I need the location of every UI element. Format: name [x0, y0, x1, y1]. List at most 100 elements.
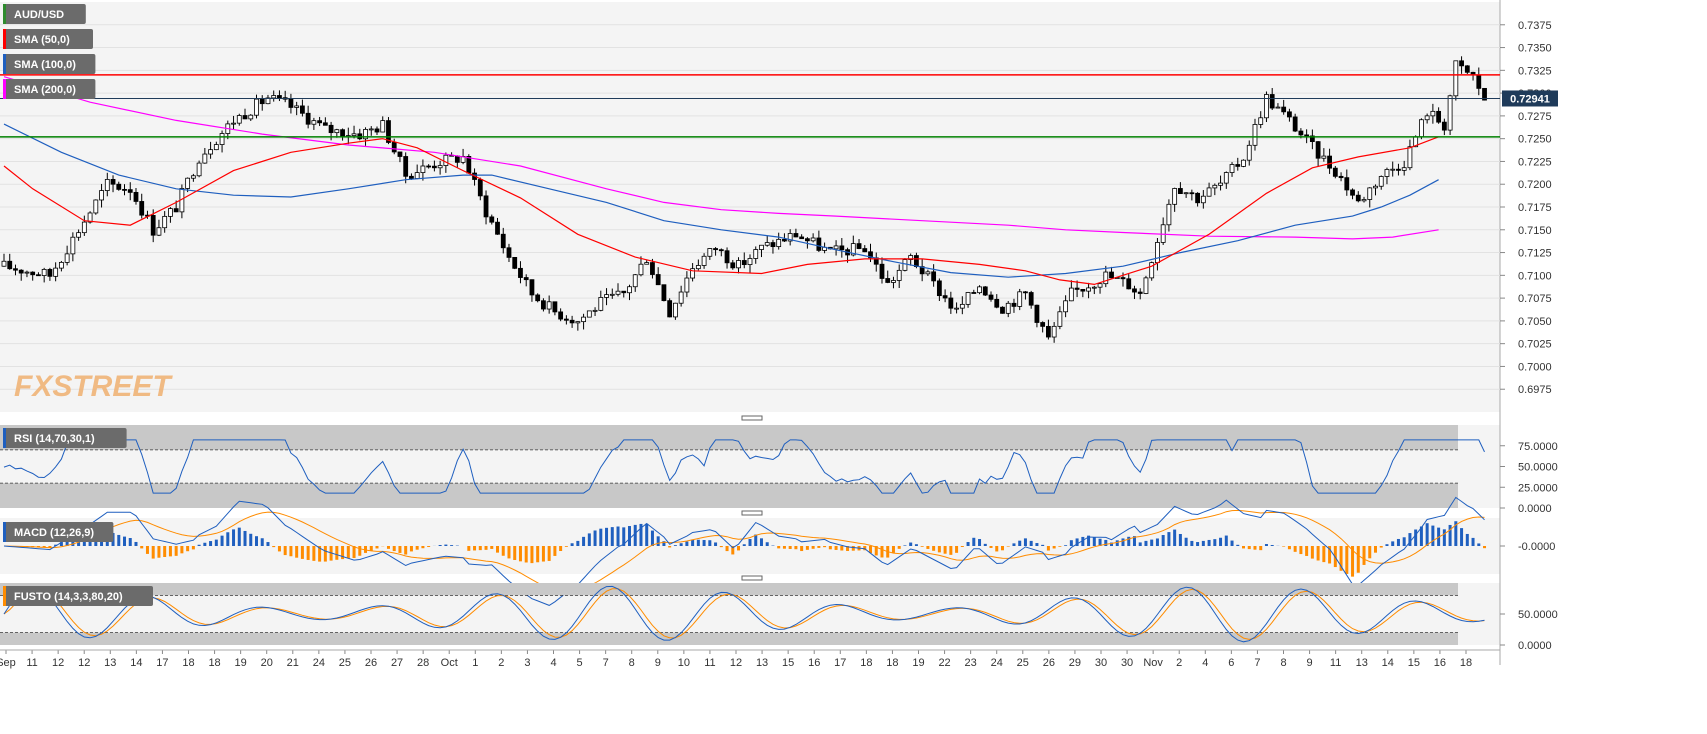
date-label: 20: [261, 657, 273, 669]
candle-body: [128, 190, 132, 193]
legend-swatch: [3, 54, 6, 74]
candle-body: [484, 196, 488, 217]
candle-body: [1437, 111, 1441, 122]
macd-histogram-bar: [909, 543, 912, 546]
candle-body: [937, 281, 941, 296]
candle-body: [1029, 293, 1033, 306]
price-tick-label: 0.7000: [1518, 361, 1552, 373]
macd-histogram-bar: [490, 546, 493, 549]
macd-histogram-bar: [697, 540, 700, 546]
macd-histogram-bar: [1024, 538, 1027, 546]
macd-histogram-bar: [507, 546, 510, 558]
candle-body: [1046, 326, 1050, 337]
date-label: 30: [1095, 657, 1107, 669]
rsi-oversold-band: [0, 483, 1458, 508]
date-label: 7: [603, 657, 609, 669]
candle-body: [386, 121, 390, 143]
candle-body: [455, 156, 459, 162]
date-label: 13: [104, 657, 116, 669]
candle-body: [759, 245, 763, 249]
date-label: Sep: [0, 657, 16, 669]
candle-body: [559, 312, 563, 319]
macd-histogram-bar: [1380, 546, 1383, 548]
pane-resize-handle[interactable]: [742, 511, 762, 515]
macd-histogram-bar: [777, 546, 780, 548]
macd-histogram-bar: [1001, 546, 1004, 550]
macd-histogram-bar: [1271, 545, 1274, 546]
macd-histogram-bar: [760, 538, 763, 546]
candle-body: [496, 222, 500, 234]
macd-histogram-bar: [1288, 546, 1291, 549]
macd-histogram-bar: [599, 529, 602, 546]
candle-body: [1322, 156, 1326, 158]
pane-resize-handle[interactable]: [742, 416, 762, 420]
date-label: Oct: [441, 657, 458, 669]
macd-histogram-bar: [542, 546, 545, 562]
candle-body: [1362, 199, 1366, 200]
candle-body: [415, 173, 419, 179]
candle-body: [94, 200, 98, 213]
macd-histogram-bar: [800, 546, 803, 551]
macd-histogram-bar: [1431, 526, 1434, 546]
candle-body: [972, 292, 976, 293]
macd-histogram-bar: [576, 541, 579, 546]
candle-body: [1132, 289, 1136, 292]
macd-histogram-bar: [1248, 546, 1251, 549]
pane-resize-handle[interactable]: [742, 576, 762, 580]
macd-histogram-bar: [582, 537, 585, 546]
macd-histogram-bar: [559, 546, 562, 551]
candle-body: [748, 258, 752, 264]
macd-histogram-bar: [1391, 541, 1394, 546]
candle-body: [1201, 196, 1205, 203]
macd-histogram-bar: [944, 546, 947, 554]
candle-body: [714, 249, 718, 250]
candle-body: [1196, 193, 1200, 202]
candle-body: [1454, 61, 1458, 96]
macd-histogram-bar: [358, 546, 361, 556]
macd-histogram-bar: [536, 546, 539, 562]
price-tick-label: 0.7375: [1518, 20, 1552, 32]
candle-body: [392, 142, 396, 151]
macd-histogram-bar: [450, 545, 453, 546]
date-label: 14: [130, 657, 142, 669]
macd-histogram-bar: [249, 534, 252, 546]
date-label: 8: [629, 657, 635, 669]
candle-body: [1230, 164, 1234, 172]
candle-body: [77, 233, 81, 238]
candle-body: [1052, 326, 1056, 337]
date-label: 4: [550, 657, 556, 669]
date-label: 18: [860, 657, 872, 669]
candle-body: [427, 166, 431, 167]
candle-body: [478, 179, 482, 195]
date-label: 1: [472, 657, 478, 669]
macd-histogram-bar: [1030, 541, 1033, 546]
macd-histogram-bar: [995, 546, 998, 551]
candle-body: [1213, 185, 1217, 188]
candle-body: [811, 238, 815, 241]
macd-histogram-bar: [1311, 546, 1314, 559]
macd-histogram-bar: [117, 535, 120, 546]
indicator-label: MACD (12,26,9): [14, 527, 94, 539]
macd-histogram-bar: [146, 546, 149, 554]
candle-body: [1408, 147, 1412, 168]
macd-histogram-bar: [892, 546, 895, 553]
candle-body: [817, 238, 821, 250]
macd-histogram-bar: [651, 531, 654, 546]
macd-histogram-bar: [972, 538, 975, 546]
candle-body: [1305, 135, 1309, 136]
macd-histogram-bar: [714, 542, 717, 546]
macd-histogram-bar: [1426, 523, 1429, 546]
candle-body: [673, 303, 677, 317]
macd-histogram-bar: [628, 526, 631, 546]
macd-histogram-bar: [312, 546, 315, 561]
macd-histogram-bar: [427, 546, 430, 547]
macd-histogram-bar: [525, 546, 528, 562]
macd-histogram-bar: [1282, 546, 1285, 547]
candle-body: [805, 239, 809, 241]
date-label: 5: [577, 657, 583, 669]
fusto-tick-label: 50.0000: [1518, 609, 1558, 621]
macd-histogram-bar: [1236, 545, 1239, 546]
price-tick-label: 0.7050: [1518, 316, 1552, 328]
macd-histogram-bar: [1345, 546, 1348, 574]
price-tick-label: 0.7275: [1518, 111, 1552, 123]
